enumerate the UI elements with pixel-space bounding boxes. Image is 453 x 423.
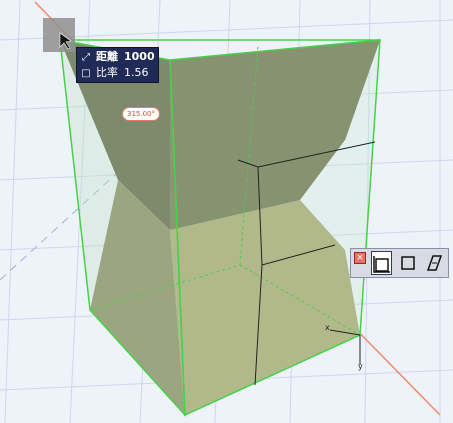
close-icon[interactable]: ×: [354, 252, 366, 264]
x-axis-label: x: [325, 323, 330, 332]
tracker-scale-row: □ 比率 1.56: [80, 65, 149, 81]
y-axis-label: y: [358, 362, 363, 371]
scale-label: 比率: [96, 66, 118, 79]
tracker-panel: ⤢ 距離 1000 □ 比率 1.56: [76, 47, 159, 83]
mode-box-button[interactable]: [398, 251, 419, 275]
distance-label: 距離: [96, 50, 118, 63]
tracker-distance-row: ⤢ 距離 1000: [80, 49, 155, 65]
distance-arrow-icon: ⤢: [82, 52, 90, 63]
square-icon: [401, 256, 415, 270]
viewport-canvas[interactable]: [0, 0, 453, 423]
pet-palette: ×: [350, 248, 449, 278]
scale-square-icon: □: [81, 68, 91, 79]
distance-value[interactable]: 1000: [124, 49, 155, 65]
3d-viewport[interactable]: [0, 0, 453, 423]
mode-skew-button[interactable]: [424, 251, 445, 275]
drag-handle[interactable]: [43, 18, 75, 52]
parallelogram-icon: [426, 255, 443, 271]
mode-cursor-box-button[interactable]: [371, 251, 392, 275]
cursor-box-icon: [373, 256, 390, 273]
angle-readout: 315.00°: [122, 107, 160, 121]
scale-value[interactable]: 1.56: [124, 65, 149, 81]
